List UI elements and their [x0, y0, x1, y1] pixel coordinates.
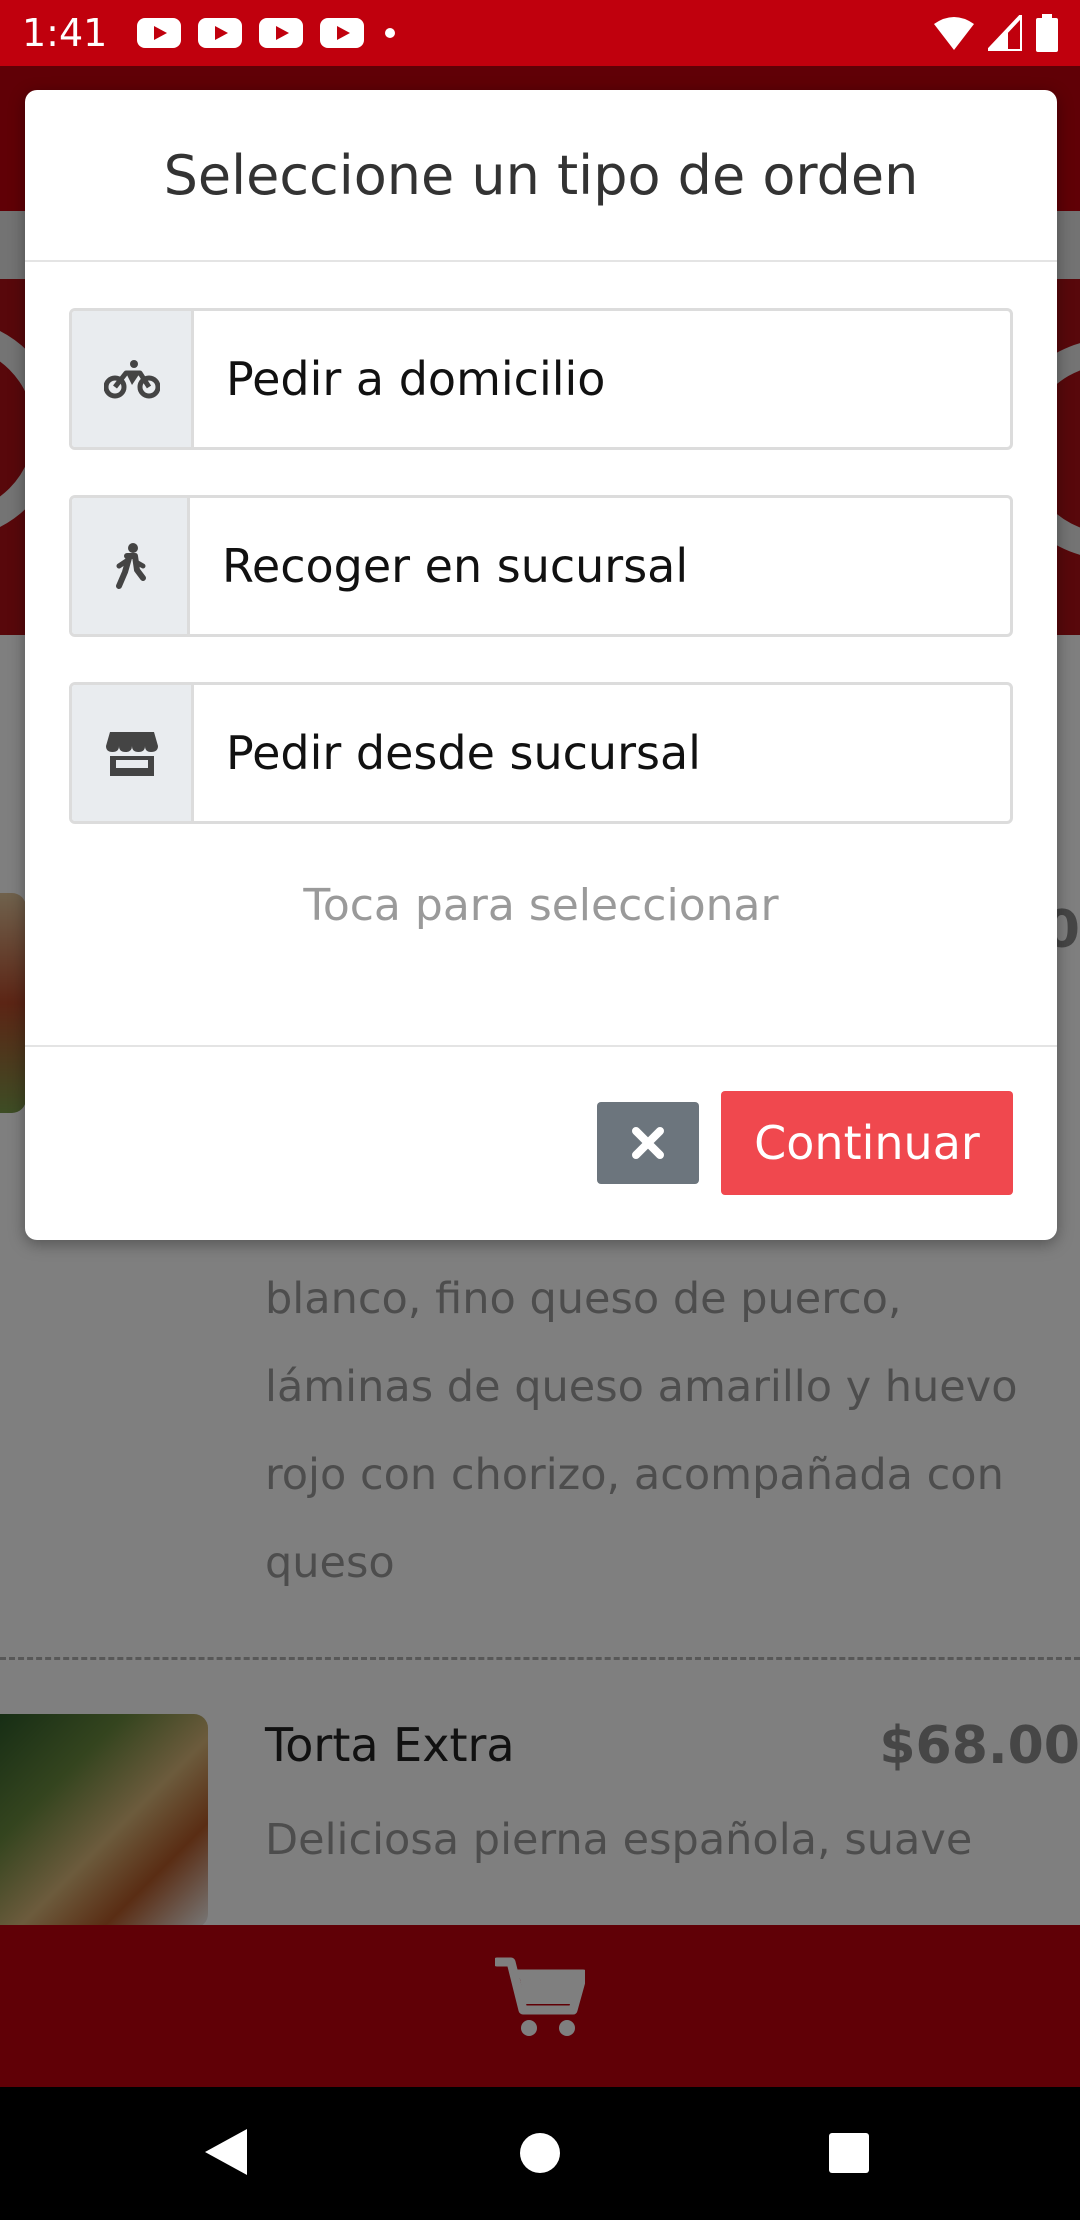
youtube-notification-icon — [320, 18, 365, 48]
option-icon-box — [72, 685, 194, 821]
option-label: Recoger en sucursal — [222, 539, 689, 593]
close-icon — [632, 1127, 664, 1159]
option-label: Pedir desde sucursal — [226, 726, 701, 780]
store-icon — [105, 732, 158, 776]
status-indicators — [934, 14, 1058, 52]
selection-hint: Toca para seleccionar — [303, 880, 779, 931]
continue-button[interactable]: Continuar — [721, 1091, 1013, 1195]
recents-icon[interactable] — [829, 2133, 869, 2173]
option-in-store[interactable]: Pedir desde sucursal — [69, 682, 1013, 824]
order-type-modal: Seleccione un tipo de orden Pedir a domi… — [25, 90, 1057, 1240]
system-navigation-bar — [0, 2087, 1080, 2220]
status-bar: 1:41 — [0, 0, 1080, 66]
more-notifications-icon — [385, 28, 396, 38]
option-pickup[interactable]: Recoger en sucursal — [69, 495, 1013, 637]
option-delivery[interactable]: Pedir a domicilio — [69, 308, 1013, 450]
back-icon[interactable] — [205, 2129, 247, 2175]
walking-person-icon — [115, 543, 146, 589]
home-icon[interactable] — [519, 2132, 561, 2174]
option-icon-box — [72, 498, 190, 634]
motorcycle-icon — [103, 360, 160, 399]
modal-header: Seleccione un tipo de orden — [25, 90, 1057, 262]
status-time: 1:41 — [22, 11, 108, 55]
battery-icon — [1036, 14, 1058, 52]
youtube-notification-icon — [198, 18, 243, 48]
signal-icon — [988, 15, 1022, 51]
modal-footer-divider — [25, 1045, 1057, 1047]
option-label: Pedir a domicilio — [226, 352, 606, 406]
wifi-icon — [934, 17, 974, 50]
modal-title: Seleccione un tipo de orden — [163, 143, 919, 207]
youtube-notification-icon — [259, 18, 304, 48]
close-button[interactable] — [597, 1102, 699, 1184]
option-icon-box — [72, 311, 194, 447]
youtube-notification-icon — [137, 18, 182, 48]
